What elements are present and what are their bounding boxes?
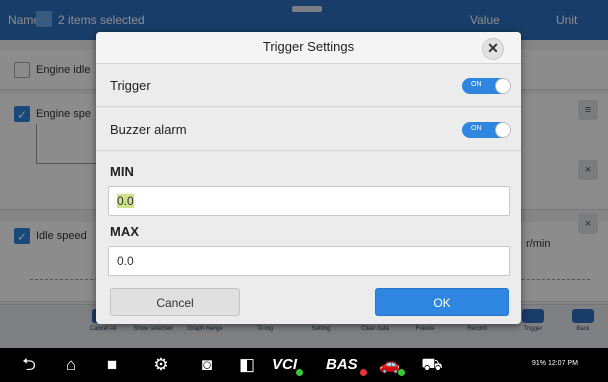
back-arrow-icon[interactable]: ⮌ (18, 356, 40, 374)
buzzer-row: Buzzer alarm ON (96, 109, 521, 151)
min-input[interactable]: 0.0 (108, 186, 510, 216)
cancel-button[interactable]: Cancel (110, 288, 240, 316)
dialog-title: Trigger Settings (96, 32, 521, 64)
toggle-state: ON (471, 125, 482, 132)
bas-status-dot (360, 369, 367, 376)
screen-record-icon[interactable]: ◧ (236, 356, 258, 374)
remote-icon[interactable]: ⛟ (420, 356, 444, 374)
trigger-row: Trigger ON (96, 65, 521, 107)
car-status-dot (398, 369, 405, 376)
home-icon[interactable]: ⌂ (60, 356, 82, 374)
buzzer-toggle[interactable]: ON (462, 122, 511, 138)
max-value: 0.0 (117, 254, 134, 268)
trigger-settings-dialog: Trigger Settings ✕ Trigger ON Buzzer ala… (96, 32, 521, 324)
min-label: MIN (110, 164, 134, 179)
camera-icon[interactable]: ◙ (196, 356, 218, 374)
vci-status-dot (296, 369, 303, 376)
ok-button[interactable]: OK (375, 288, 509, 316)
system-navbar: ⮌ ⌂ ■ ⚙ ◙ ◧ VCI BAS 🚗 ⛟ 91% 12:07 PM (0, 348, 608, 382)
recent-apps-icon[interactable]: ■ (104, 356, 120, 374)
min-value: 0.0 (117, 194, 134, 208)
bas-label[interactable]: BAS (326, 356, 358, 374)
close-icon[interactable]: ✕ (482, 38, 504, 60)
toggle-knob (495, 122, 511, 138)
buzzer-label: Buzzer alarm (110, 122, 187, 137)
vci-label[interactable]: VCI (272, 356, 297, 374)
toggle-knob (495, 78, 511, 94)
trigger-label: Trigger (110, 78, 151, 93)
settings-icon[interactable]: ⚙ (150, 356, 172, 374)
status-text: 91% 12:07 PM (532, 360, 578, 367)
max-label: MAX (110, 224, 139, 239)
toggle-state: ON (471, 81, 482, 88)
max-input[interactable]: 0.0 (108, 246, 510, 276)
trigger-toggle[interactable]: ON (462, 78, 511, 94)
